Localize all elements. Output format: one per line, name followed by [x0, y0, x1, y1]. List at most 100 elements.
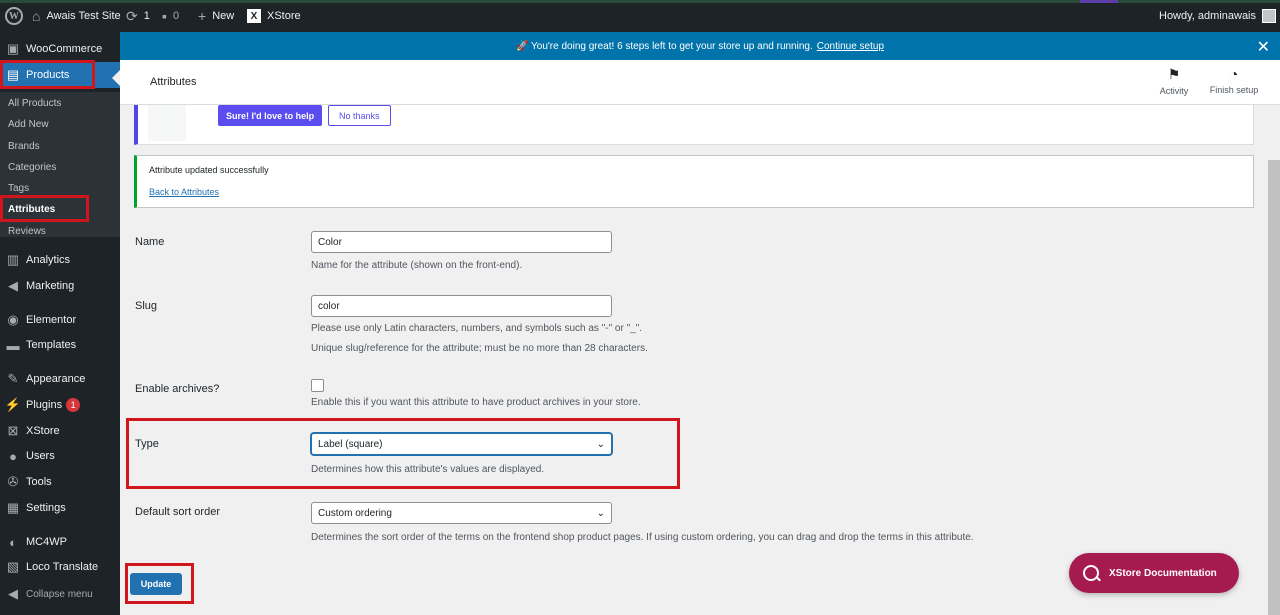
xstore-documentation-button[interactable]: XStore Documentation	[1069, 553, 1239, 593]
menu-templates[interactable]: ▬ Templates	[0, 332, 120, 358]
menu-label: Users	[26, 450, 55, 462]
comment-icon: ▪	[162, 8, 167, 24]
submenu-tags[interactable]: Tags	[8, 183, 29, 194]
comments-link[interactable]: ▪ 0	[162, 0, 179, 32]
howdy-text: Howdy, adminawais	[1159, 10, 1257, 22]
products-icon: ▤	[6, 67, 20, 82]
no-thanks-button[interactable]: No thanks	[328, 105, 391, 126]
wordpress-icon: W	[5, 7, 23, 25]
submenu-all-products[interactable]: All Products	[8, 98, 61, 109]
page-scrollbar[interactable]	[1268, 160, 1280, 615]
progress-circle-icon: ◔	[1229, 66, 1239, 82]
slug-label: Slug	[135, 300, 158, 312]
enable-archives-checkbox[interactable]	[311, 379, 324, 392]
name-input[interactable]: Color	[311, 231, 612, 253]
xstore-icon: X	[247, 9, 261, 23]
settings-icon: ▦	[6, 500, 20, 515]
translate-icon: ▧	[6, 559, 20, 574]
woocommerce-icon: ▣	[6, 41, 20, 56]
menu-label: Marketing	[26, 280, 75, 292]
slug-description-1: Please use only Latin characters, number…	[311, 323, 643, 334]
menu-marketing[interactable]: ◀ Marketing	[0, 273, 120, 299]
menu-appearance[interactable]: ✎ Appearance	[0, 366, 120, 392]
menu-plugins[interactable]: ⚡ Plugins 1	[0, 392, 120, 418]
top-accent-purple	[1080, 0, 1118, 3]
finish-setup-button[interactable]: ◔ Finish setup	[1204, 66, 1264, 95]
type-selected-value: Label (square)	[318, 438, 383, 450]
menu-label: Plugins	[26, 399, 63, 411]
usage-tracking-notice: Sure! I'd love to help No thanks	[134, 105, 1254, 145]
submenu-reviews[interactable]: Reviews	[8, 226, 46, 237]
slug-input[interactable]: color	[311, 295, 612, 317]
new-content-link[interactable]: + New	[198, 0, 234, 32]
admin-bar: W ⌂ Awais Test Site ⟳ 1 ▪ 0 + New X XSto…	[0, 0, 1280, 32]
active-arrow	[112, 70, 120, 86]
menu-label: Appearance	[26, 373, 86, 385]
menu-label: Elementor	[26, 314, 77, 326]
update-button[interactable]: Update	[130, 573, 182, 595]
type-description: Determines how this attribute's values a…	[311, 464, 545, 475]
updates-icon: ⟳	[126, 7, 138, 24]
notice-image-area	[148, 105, 186, 141]
menu-xstore[interactable]: ⊠ XStore	[0, 418, 120, 444]
menu-label: Collapse menu	[26, 588, 93, 600]
plus-icon: +	[198, 8, 207, 24]
submenu-attributes[interactable]: Attributes	[8, 204, 55, 215]
wordpress-logo-button[interactable]: W	[5, 0, 23, 32]
enable-archives-label: Enable archives?	[135, 383, 220, 395]
activity-label: Activity	[1159, 86, 1189, 96]
users-icon: ●	[9, 448, 17, 464]
flag-icon: ⚑	[1167, 66, 1181, 82]
menu-tools[interactable]: ✇ Tools	[0, 469, 120, 495]
menu-label: Products	[26, 69, 70, 81]
page-header: Attributes ⚑ Activity ◔ Finish setup	[120, 60, 1280, 105]
brush-icon: ✎	[7, 371, 19, 386]
activity-button[interactable]: ⚑ Activity	[1144, 66, 1204, 96]
finish-setup-label: Finish setup	[1209, 85, 1259, 95]
admin-sidebar: ▣ WooCommerce ▤ Products All Products Ad…	[0, 32, 120, 615]
xstore-label: XStore	[267, 10, 301, 22]
xstore-icon: ⊠	[7, 423, 19, 438]
type-select[interactable]: Label (square) ⌄	[311, 433, 612, 455]
menu-products[interactable]: ▤ Products	[0, 62, 120, 88]
menu-label: Templates	[26, 339, 77, 351]
menu-users[interactable]: ● Users	[0, 443, 120, 469]
menu-settings[interactable]: ▦ Settings	[0, 495, 120, 521]
sort-order-label: Default sort order	[135, 506, 220, 518]
type-label: Type	[135, 438, 159, 450]
menu-label: Analytics	[26, 254, 71, 266]
continue-setup-link[interactable]: Continue setup	[817, 41, 884, 52]
menu-elementor[interactable]: ◉ Elementor	[0, 307, 120, 333]
submenu-brands[interactable]: Brands	[8, 141, 40, 152]
menu-mc4wp[interactable]: ◐ MC4WP	[0, 529, 120, 555]
slug-description-2: Unique slug/reference for the attribute;…	[311, 343, 648, 354]
avatar	[1262, 9, 1277, 23]
menu-label: Loco Translate	[26, 561, 99, 573]
collapse-menu-button[interactable]: ◀ Collapse menu	[0, 581, 120, 607]
search-icon	[1083, 565, 1099, 581]
menu-label: Tools	[26, 476, 52, 488]
sure-help-button[interactable]: Sure! I'd love to help	[218, 105, 323, 126]
back-to-attributes-link[interactable]: Back to Attributes	[149, 187, 1241, 197]
account-menu[interactable]: Howdy, adminawais	[1159, 0, 1277, 32]
updates-count: 1	[143, 10, 150, 22]
slug-value: color	[318, 300, 340, 312]
menu-analytics[interactable]: ▥ Analytics	[0, 247, 120, 273]
xstore-admin-link[interactable]: X XStore	[247, 0, 301, 32]
megaphone-icon: ◀	[8, 278, 18, 293]
products-submenu: All Products Add New Brands Categories T…	[0, 92, 120, 237]
submenu-add-new[interactable]: Add New	[8, 119, 49, 130]
sort-order-select[interactable]: Custom ordering ⌄	[311, 502, 612, 524]
enable-archives-description: Enable this if you want this attribute t…	[311, 397, 641, 408]
updates-link[interactable]: ⟳ 1	[126, 0, 150, 32]
folder-icon: ▬	[6, 337, 20, 353]
comments-count: 0	[172, 10, 180, 22]
page-title: Attributes	[150, 76, 197, 88]
site-name-link[interactable]: ⌂ Awais Test Site	[32, 0, 121, 32]
menu-woocommerce[interactable]: ▣ WooCommerce	[0, 36, 120, 62]
menu-loco-translate[interactable]: ▧ Loco Translate	[0, 554, 120, 580]
close-icon[interactable]: ✕	[1257, 37, 1270, 57]
sort-order-selected-value: Custom ordering	[318, 507, 392, 519]
mc4wp-icon: ◐	[9, 534, 17, 550]
submenu-categories[interactable]: Categories	[8, 162, 56, 173]
